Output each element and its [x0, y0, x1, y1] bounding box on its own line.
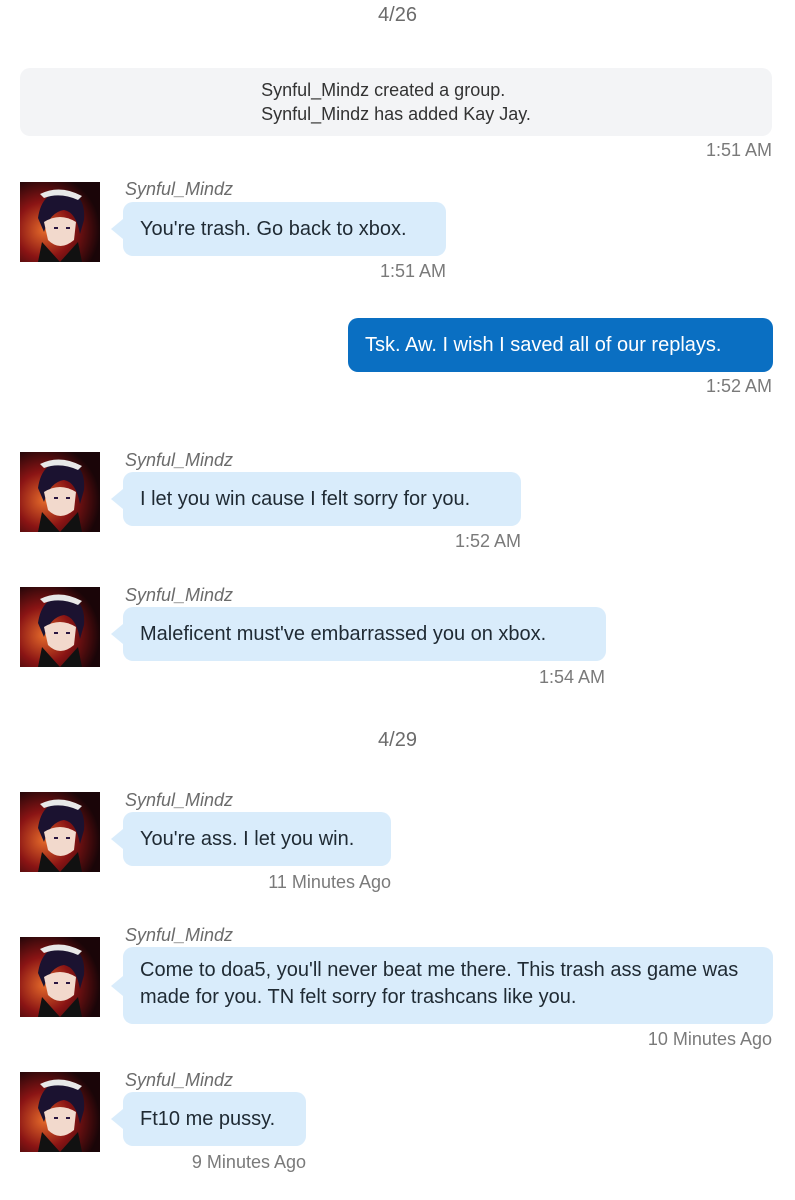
user-avatar-icon — [20, 452, 100, 532]
sender-name: Synful_Mindz — [125, 179, 234, 199]
avatar[interactable] — [20, 937, 100, 1017]
avatar[interactable] — [20, 1072, 100, 1152]
message-timestamp: 1:52 AM — [454, 531, 521, 551]
message-bubble-incoming[interactable]: Maleficent must've embarrassed you on xb… — [111, 607, 606, 661]
sender-name: Synful_Mindz — [125, 790, 234, 810]
system-timestamp: 1:51 AM — [705, 140, 772, 160]
user-avatar-icon — [20, 937, 100, 1017]
sender-name: Synful_Mindz — [125, 450, 234, 470]
sender-name: Synful_Mindz — [125, 585, 234, 605]
avatar[interactable] — [20, 182, 100, 262]
message-timestamp: 1:52 AM — [705, 376, 772, 396]
sender-name: Synful_Mindz — [125, 1070, 234, 1090]
message-bubble-incoming[interactable]: You're ass. I let you win. — [111, 812, 391, 866]
date-separator: 4/26 — [378, 4, 417, 26]
message-bubble-outgoing[interactable]: Tsk. Aw. I wish I saved all of our repla… — [348, 318, 773, 372]
user-avatar-icon — [20, 182, 100, 262]
sender-name: Synful_Mindz — [125, 925, 234, 945]
user-avatar-icon — [20, 792, 100, 872]
system-line-created: Synful_Mindz created a group. — [261, 80, 506, 100]
system-message: Synful_Mindz created a group. Synful_Min… — [20, 68, 772, 136]
message-timestamp: 10 Minutes Ago — [647, 1029, 772, 1049]
message-timestamp: 1:54 AM — [538, 667, 605, 687]
message-timestamp: 1:51 AM — [379, 261, 446, 281]
user-avatar-icon — [20, 587, 100, 667]
message-timestamp: 9 Minutes Ago — [191, 1152, 306, 1172]
message-bubble-incoming[interactable]: You're trash. Go back to xbox. — [111, 202, 446, 256]
system-line-added: Synful_Mindz has added Kay Jay. — [261, 104, 531, 124]
message-bubble-incoming[interactable]: Come to doa5, you'll never beat me there… — [111, 947, 773, 1024]
avatar[interactable] — [20, 587, 100, 667]
date-separator: 4/29 — [378, 729, 417, 751]
avatar[interactable] — [20, 452, 100, 532]
user-avatar-icon — [20, 1072, 100, 1152]
message-bubble-incoming[interactable]: Ft10 me pussy. — [111, 1092, 306, 1146]
message-timestamp: 11 Minutes Ago — [268, 872, 391, 892]
message-bubble-incoming[interactable]: I let you win cause I felt sorry for you… — [111, 472, 521, 526]
avatar[interactable] — [20, 792, 100, 872]
